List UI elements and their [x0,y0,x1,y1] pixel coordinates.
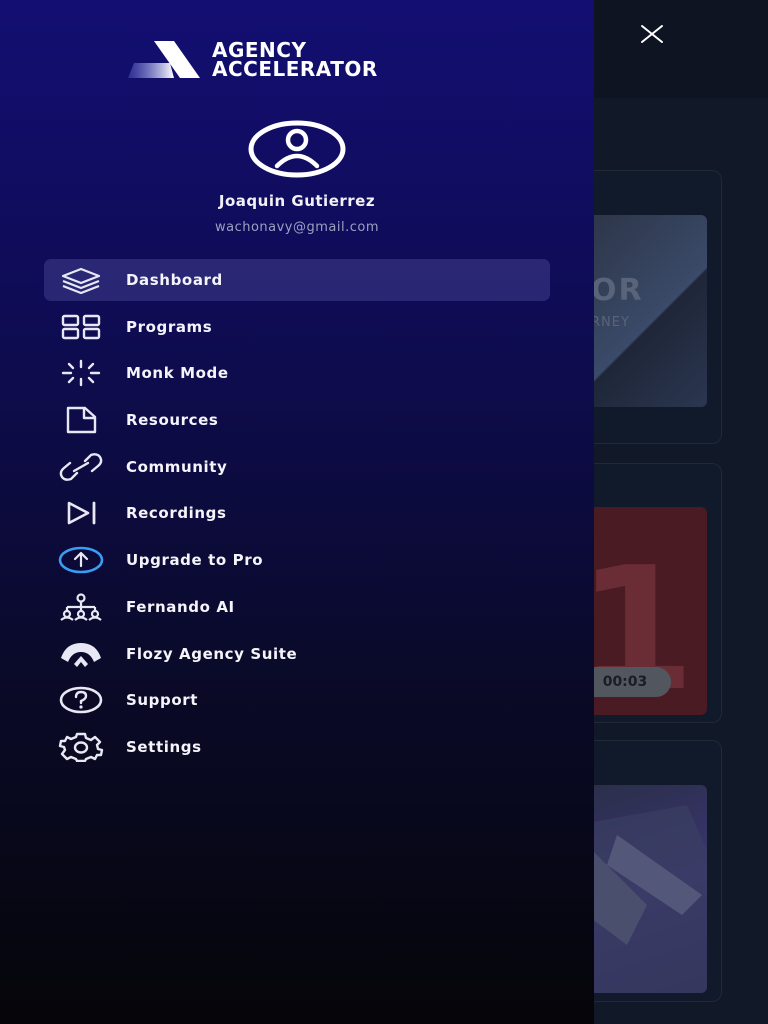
loader-icon [56,358,106,388]
avatar[interactable] [247,120,347,178]
menu-item-label: Flozy Agency Suite [126,644,298,663]
navigation-drawer: AGENCY ACCELERATOR Joaquin Gutierrez wac… [0,0,594,1024]
menu-item-label: Support [126,691,199,710]
menu-item-recordings[interactable]: Recordings [44,492,550,534]
background-card-thumbnail: OR RNEY [587,215,707,407]
logo-line-2: ACCELERATOR [212,57,378,81]
logo-mark-icon [128,41,200,78]
background-card-timer: 00:03 [587,667,671,697]
file-icon [56,405,106,435]
logo-wordmark: AGENCY ACCELERATOR [212,40,378,81]
skip-forward-icon [56,498,106,528]
user-name: Joaquin Gutierrez [218,192,376,210]
background-card-title: OR [591,273,644,308]
menu-item-label: Upgrade to Pro [126,551,264,570]
close-button[interactable] [636,18,668,50]
menu-item-label: Settings [126,737,202,756]
menu-list: Dashboard Programs Monk Mode Resources C… [44,259,550,773]
user-avatar-icon [248,120,346,178]
flozy-icon [56,639,106,669]
menu-item-fernando-ai[interactable]: Fernando AI [44,586,550,628]
menu-item-label: Programs [126,317,213,336]
menu-item-resources[interactable]: Resources [44,399,550,441]
layers-icon [56,265,106,295]
menu-item-community[interactable]: Community [44,446,550,488]
menu-item-support[interactable]: Support [44,679,550,721]
link-icon [56,452,106,482]
grid-icon [56,312,106,342]
help-icon [56,685,106,715]
menu-item-upgrade-to-pro[interactable]: Upgrade to Pro [44,539,550,581]
background-card-thumbnail: 1 00:03 [587,507,707,715]
menu-item-label: Dashboard [126,271,223,289]
menu-item-label: Fernando AI [126,597,235,616]
menu-item-dashboard[interactable]: Dashboard [44,259,550,301]
upgrade-arrow-icon [56,545,106,575]
menu-item-label: Resources [126,411,219,430]
menu-item-programs[interactable]: Programs [44,306,550,348]
background-card-graphic [587,805,707,993]
menu-item-settings[interactable]: Settings [44,726,550,768]
menu-item-flozy-agency-suite[interactable]: Flozy Agency Suite [44,633,550,675]
menu-item-label: Community [126,457,228,476]
app-logo[interactable]: AGENCY ACCELERATOR [128,40,468,80]
gear-icon [56,732,106,762]
background-card-subtitle: RNEY [591,315,630,330]
menu-item-label: Recordings [126,504,227,523]
network-icon [56,592,106,622]
user-email: wachonavy@gmail.com [214,220,380,235]
background-card-thumbnail [587,785,707,993]
close-icon [641,25,663,43]
menu-item-monk-mode[interactable]: Monk Mode [44,352,550,394]
menu-item-label: Monk Mode [126,364,229,383]
